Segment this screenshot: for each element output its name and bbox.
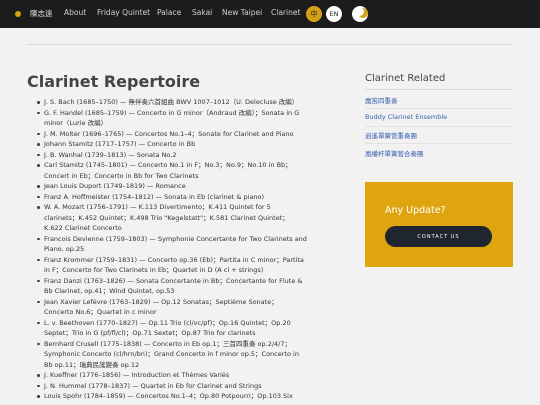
site-logo-icon[interactable]	[15, 11, 21, 17]
sidebar-link-buddy-clarinet-ensemble[interactable]: Buddy Clarinet Ensemble	[365, 113, 447, 121]
nav-item-about[interactable]: About	[64, 8, 86, 17]
repertoire-item: J. M. Molter (1696–1765) — Concertos No.…	[27, 129, 307, 140]
language-english-button[interactable]: EN	[326, 6, 342, 22]
update-callout: Any Update? CONTACT US	[365, 182, 513, 267]
nav-item-friday-quintet[interactable]: Friday Quintet	[97, 8, 150, 17]
brand-name[interactable]: 陳志遠	[30, 8, 53, 19]
header-divider	[27, 44, 513, 45]
language-chinese-button[interactable]: 中	[306, 6, 322, 22]
repertoire-item: J. Kueffner (1776–1856) — Introduction e…	[27, 370, 307, 381]
repertoire-item: J. S. Bach (1685–1750) — 無伴奏六首組曲 BWV 100…	[27, 97, 307, 108]
nav-item-palace[interactable]: Palace	[157, 8, 181, 17]
nav-item-sakai[interactable]: Sakai	[192, 8, 212, 17]
callout-title: Any Update?	[385, 205, 446, 216]
sidebar-separator	[365, 143, 513, 144]
repertoire-item: Jean Xavier Lefèvre (1763–1829) — Op.12 …	[27, 297, 307, 318]
sidebar-title: Clarinet Related	[365, 73, 446, 84]
repertoire-item: G. F. Handel (1685–1759) — Concerto in G…	[27, 108, 307, 129]
top-navigation-bar: 陳志遠 About Friday Quintet Palace Sakai Ne…	[0, 0, 540, 28]
repertoire-list: J. S. Bach (1685–1750) — 無伴奏六首組曲 BWV 100…	[27, 97, 307, 402]
sidebar-link-magic-flute-quartet[interactable]: 魔笛四重奏	[365, 95, 398, 105]
sidebar-divider	[365, 89, 513, 90]
repertoire-item: Franz Danzi (1763–1826) — Sonata Concert…	[27, 276, 307, 297]
repertoire-item: Johann Stamitz (1717–1757) — Concerto in…	[27, 139, 307, 150]
repertoire-item: Bernhard Crusell (1775–1838) — Concerto …	[27, 339, 307, 371]
sidebar-link-xiaoyao-ensemble[interactable]: 逍遙單簧管重奏團	[365, 130, 417, 140]
sidebar-separator	[365, 126, 513, 127]
repertoire-item: Franz Krommer (1759–1831) — Concerto op.…	[27, 255, 307, 276]
repertoire-item: Louis Spohr (1784–1859) — Concertos No.1…	[27, 391, 307, 402]
theme-toggle-button[interactable]	[352, 6, 368, 22]
repertoire-item: W. A. Mozart (1756–1791) — K.113 Diverti…	[27, 202, 307, 234]
repertoire-item: L. v. Beethoven (1770–1827) — Op.11 Trio…	[27, 318, 307, 339]
repertoire-item: J. B. Wanhal (1739–1813) — Sonata No.2	[27, 150, 307, 161]
nav-item-clarinet[interactable]: Clarinet	[271, 8, 300, 17]
sidebar-link-fenghuang-ensemble[interactable]: 凰權杆單簧管合奏團	[365, 148, 424, 158]
contact-us-button[interactable]: CONTACT US	[385, 226, 492, 247]
repertoire-item: J. N. Hummel (1778–1837) — Quartet in Eb…	[27, 381, 307, 392]
page-title: Clarinet Repertoire	[27, 72, 201, 91]
sidebar-separator	[365, 108, 513, 109]
nav-item-new-taipei[interactable]: New Taipei	[222, 8, 262, 17]
repertoire-item: Carl Stamitz (1745–1801) — Concerto No.1…	[27, 160, 307, 181]
repertoire-item: Jean Louis Duport (1749–1819) — Romance	[27, 181, 307, 192]
repertoire-item: Francois Devienne (1759–1803) — Symphoni…	[27, 234, 307, 255]
repertoire-item: Franz A. Hoffmeister (1754–1812) — Sonat…	[27, 192, 307, 203]
